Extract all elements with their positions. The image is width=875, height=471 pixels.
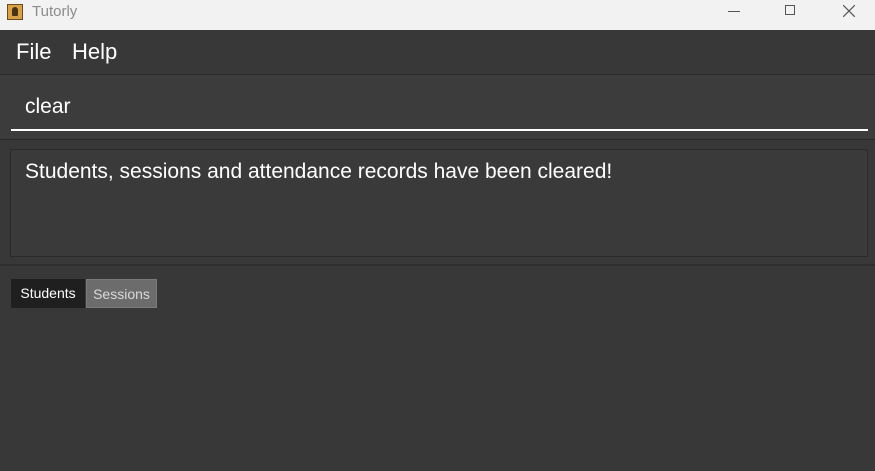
contact-book-icon <box>7 4 23 20</box>
result-display-panel: Students, sessions and attendance record… <box>0 140 875 266</box>
tab-pane: Students Sessions <box>0 266 875 471</box>
close-button[interactable] <box>820 0 875 24</box>
result-message: Students, sessions and attendance record… <box>25 160 613 183</box>
maximize-button[interactable] <box>762 0 820 24</box>
app-window: Tutorly File Help Students, sessions and… <box>0 0 875 471</box>
tab-sessions[interactable]: Sessions <box>86 279 157 308</box>
minimize-icon <box>728 11 740 12</box>
menu-help[interactable]: Help <box>72 39 117 65</box>
close-icon <box>843 5 855 17</box>
title-bar[interactable]: Tutorly <box>0 0 875 30</box>
minimize-button[interactable] <box>706 0 764 24</box>
tab-students[interactable]: Students <box>11 279 85 308</box>
result-display[interactable]: Students, sessions and attendance record… <box>10 149 868 257</box>
command-box-panel <box>0 75 875 140</box>
command-input[interactable] <box>11 85 868 131</box>
maximize-icon <box>785 5 795 15</box>
menu-bar: File Help <box>0 30 875 75</box>
window-title: Tutorly <box>32 3 78 20</box>
menu-file[interactable]: File <box>16 39 51 65</box>
